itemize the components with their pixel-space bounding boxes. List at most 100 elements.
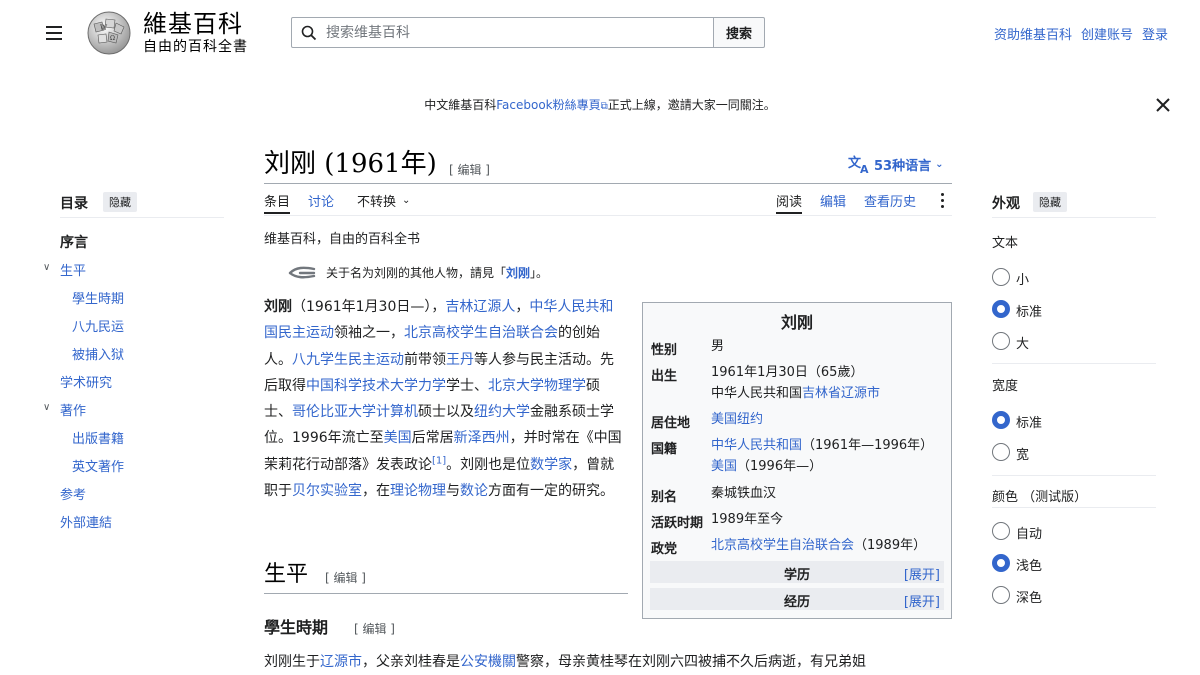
color-label: 颜色 （测试版） [992, 490, 1088, 505]
lead-text: 硕士以及 [418, 404, 474, 421]
toc-hide-button[interactable]: 隐藏 [103, 192, 137, 212]
wikipedia-logo[interactable]: W Ω [84, 10, 134, 56]
appearance-divider [992, 217, 1156, 218]
lead-text: （1961年1月30日—）， [292, 299, 446, 315]
hatnote-link[interactable]: 刘刚 [506, 266, 530, 280]
lead-link[interactable]: 数论 [460, 483, 488, 499]
variant-dropdown[interactable]: 不转换 ⌄ [357, 191, 410, 210]
toc-item-arrest[interactable]: 被捕入狱 [72, 344, 124, 363]
lead-link[interactable]: 八九学生民主运动 [292, 352, 404, 368]
facebook-link[interactable]: Facebook粉絲專頁 [496, 98, 600, 112]
variant-label: 不转换 [357, 195, 397, 210]
appearance-hide-button[interactable]: 隐藏 [1033, 192, 1067, 212]
subsection-edit-link[interactable]: [ 编辑 ] [354, 620, 395, 637]
infobox-title: 刘刚 [780, 313, 813, 332]
party-link[interactable]: 北京高校学生自治联合会 [711, 538, 854, 553]
tab-talk[interactable]: 讨论 [308, 191, 334, 210]
lead-link[interactable]: 纽约大学 [474, 404, 530, 420]
search-input[interactable] [324, 21, 704, 44]
close-icon [1156, 98, 1170, 112]
infobox-label: 性别 [651, 343, 678, 358]
translate-icon: 文 A [848, 155, 869, 174]
width-standard-radio[interactable] [992, 411, 1010, 429]
lead-link[interactable]: 美国 [384, 430, 412, 446]
born-place-link[interactable]: 吉林省辽源市 [802, 386, 880, 401]
width-label: 宽度 [992, 379, 1019, 394]
infobox-label: 政党 [651, 542, 678, 557]
tab-read[interactable]: 阅读 [776, 191, 803, 214]
lead-text: ， [515, 299, 530, 315]
tab-history[interactable]: 查看历史 [864, 191, 916, 210]
tab-article[interactable]: 条目 [264, 191, 291, 214]
text-size-small-radio[interactable] [992, 268, 1010, 286]
career-expand-button[interactable]: [展开] [904, 591, 940, 610]
main-menu-button[interactable] [40, 18, 70, 48]
search-icon [301, 25, 317, 41]
education-expand-button[interactable]: [展开] [904, 564, 940, 583]
appearance-heading: 外观 [992, 196, 1020, 212]
lead-link[interactable]: 吉林辽源人 [445, 299, 515, 315]
more-tools-button[interactable] [936, 190, 950, 210]
toc-item-books[interactable]: 出版書籍 [72, 428, 124, 447]
text-size-standard-label: 标准 [1016, 305, 1043, 320]
tab-edit[interactable]: 编辑 [820, 191, 846, 210]
lead-link[interactable]: 理论物理 [390, 483, 446, 499]
wordmark[interactable]: 維基百科 自由的百科全書 [143, 10, 248, 56]
infobox-alias: 秦城铁血汉 [711, 486, 777, 501]
reference-link[interactable]: [1] [432, 455, 446, 466]
language-button[interactable]: 文 A 53种语言 ⌄ [848, 154, 943, 174]
lead-link[interactable]: 哥伦比亚大学计算机 [292, 404, 418, 420]
search-box[interactable] [291, 17, 714, 48]
toc-item-refs[interactable]: 参考 [60, 484, 86, 503]
color-light-radio[interactable] [992, 554, 1010, 572]
notice-prefix: 中文維基百科 [424, 98, 497, 112]
lead-link[interactable]: 数学家 [530, 457, 572, 473]
lead-link[interactable]: 王丹 [446, 352, 474, 368]
user-links: 资助维基百科 创建账号 登录 [994, 24, 1168, 43]
subsection-edit-label: [ 编辑 ] [354, 622, 395, 636]
login-link[interactable]: 登录 [1142, 24, 1168, 43]
globe-icon: W Ω [87, 11, 131, 55]
disambiguation-icon [288, 266, 316, 278]
width-wide-label: 宽 [1016, 448, 1030, 463]
toc-item-english[interactable]: 英文著作 [72, 456, 124, 475]
text-size-small-label: 小 [1016, 273, 1030, 288]
section-edit-link[interactable]: [ 编辑 ] [325, 569, 366, 586]
site-subtitle: 维基百科，自由的百科全书 [264, 232, 421, 247]
nationality-link[interactable]: 中华人民共和国 [711, 438, 802, 453]
toc-item-works[interactable]: 著作 [60, 400, 86, 419]
text-size-standard-radio[interactable] [992, 300, 1010, 318]
toc-item-links[interactable]: 外部連結 [60, 512, 112, 531]
close-notice-button[interactable] [1154, 96, 1172, 114]
lead-link[interactable]: 中国科学技术大学力学 [306, 378, 446, 394]
nationality-link[interactable]: 美国 [711, 459, 737, 474]
toc-heading: 目录 [60, 196, 88, 212]
para-link[interactable]: 辽源市 [320, 654, 362, 670]
toc-item-life[interactable]: 生平 [60, 260, 86, 279]
chevron-down-icon[interactable]: ∨ [43, 262, 50, 273]
lead-link[interactable]: 新泽西州 [454, 430, 510, 446]
residence-link[interactable]: 美国纽约 [711, 412, 763, 427]
para-link[interactable]: 公安機關 [460, 654, 516, 670]
notice-suffix: 正式上線，邀請大家一同關注。 [607, 98, 776, 112]
lead-link[interactable]: 北京大学物理学 [488, 378, 586, 394]
infobox: 刘刚 性别 男 出生 1961年1月30日（65歲） 中华人民共和国吉林省辽源市… [642, 302, 952, 619]
toc-divider [60, 217, 224, 218]
width-wide-radio[interactable] [992, 443, 1010, 461]
toc-item-june4[interactable]: 八九民运 [72, 316, 124, 335]
chevron-down-icon[interactable]: ∨ [43, 402, 50, 413]
born-country: 中华人民共和国 [711, 386, 803, 401]
toc-item-intro[interactable]: 序言 [60, 232, 88, 252]
title-edit-link[interactable]: [ 编辑 ] [449, 161, 490, 178]
lead-link[interactable]: 贝尔实验室 [292, 483, 362, 499]
search-button[interactable]: 搜索 [713, 17, 765, 48]
donate-link[interactable]: 资助维基百科 [994, 24, 1072, 43]
toc-item-student[interactable]: 學生時期 [72, 288, 124, 307]
color-dark-radio[interactable] [992, 586, 1010, 604]
lead-link[interactable]: 北京高校学生自治联合会 [404, 325, 558, 341]
toc-item-research[interactable]: 学术研究 [60, 372, 112, 391]
color-auto-radio[interactable] [992, 522, 1010, 540]
party-years: （1989年） [854, 538, 927, 553]
text-size-large-radio[interactable] [992, 332, 1010, 350]
create-account-link[interactable]: 创建账号 [1081, 24, 1133, 43]
